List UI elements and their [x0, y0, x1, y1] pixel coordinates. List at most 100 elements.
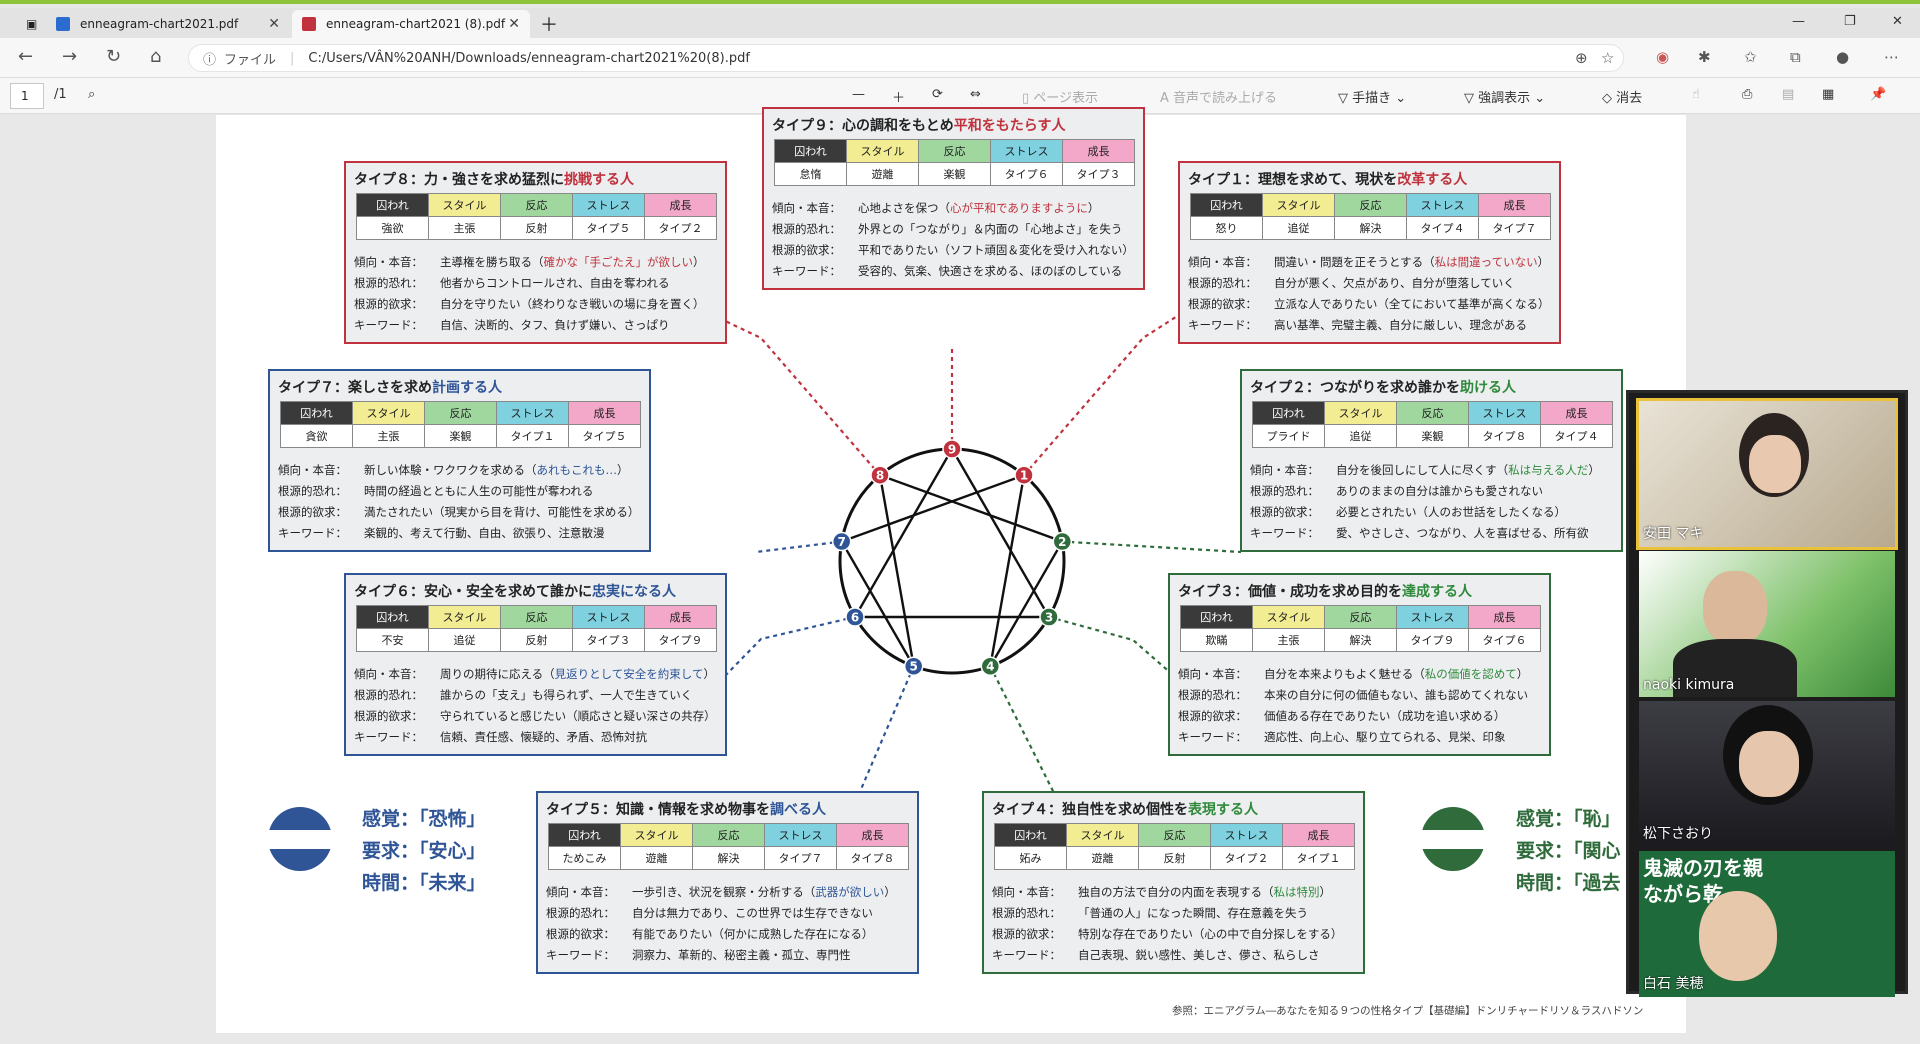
tab-pdf-1[interactable]: enneagram-chart2021.pdf ✕ — [46, 10, 290, 38]
detail-row: キーワード： 信頼、責任感、懐疑的、矛盾、恐怖対抗 — [354, 730, 647, 744]
participant-face — [1739, 731, 1799, 797]
close-window-icon[interactable]: ✕ — [1892, 14, 1903, 29]
zoom-out-icon[interactable]: — — [852, 87, 865, 102]
detail-row: 根源的欲求： 守られていると感じたい（順応さと疑い深さの共存） — [354, 709, 716, 723]
favorite-icon[interactable]: ☆ — [1601, 49, 1614, 67]
participant-face — [1703, 571, 1767, 645]
forward-icon[interactable]: → — [62, 46, 77, 67]
node-7: 7 — [831, 531, 852, 552]
table-cell: 主張 — [352, 424, 425, 448]
video-tile[interactable]: 松下さおり — [1639, 701, 1895, 847]
table-header: 成長 — [644, 605, 717, 629]
type-8-box: タイプ８：力・強さを求め猛烈に挑戦する人 囚われ スタイル 反応 ストレス 成長 強欲 主張反… — [344, 161, 727, 344]
tab-pdf-2[interactable]: enneagram-chart2021 (8).pdf ✕ — [292, 10, 530, 38]
table-header: 反応 — [1324, 605, 1397, 629]
page-view-button[interactable]: ▯ ページ表示 — [1022, 87, 1098, 106]
head-center-badge: ヘッドセンター — [252, 807, 348, 871]
collections-icon[interactable]: ⧉ — [1790, 48, 1801, 66]
participant-face — [1749, 435, 1801, 493]
table-cell: タイプ２ — [644, 216, 717, 240]
detail-row: 根源的恐れ： 誰からの「支え」も得られず、一人で生きていく — [354, 688, 693, 702]
close-tab-icon[interactable]: ✕ — [508, 16, 520, 32]
table-cell: 解決 — [1334, 216, 1407, 240]
heart-need: 要求：「関心 — [1516, 840, 1621, 862]
table-cell: 遊離 — [620, 846, 693, 870]
zoom-in-icon[interactable]: ＋ — [892, 87, 905, 106]
tab-label: enneagram-chart2021 (8).pdf — [326, 17, 506, 31]
zoom-icon[interactable]: ⊕ — [1575, 49, 1588, 67]
type-table: 囚われ スタイル 反応 ストレス 成長 プライド 追従 楽観 タイプ８ タイプ４ — [1252, 401, 1613, 448]
table-cell: 追従 — [1324, 424, 1397, 448]
tab-actions-icon[interactable]: ▣ — [16, 10, 42, 38]
back-icon[interactable]: ← — [18, 46, 33, 67]
print-icon[interactable]: ⎙ — [1742, 87, 1752, 102]
draw-button[interactable]: ▽ 手描き ⌄ — [1338, 87, 1406, 106]
type-table: 囚われ スタイル 反応 ストレス 成長 怠惰 遊離 楽観 タイプ６ タイプ３ — [774, 139, 1135, 186]
home-icon[interactable]: ⌂ — [150, 46, 161, 67]
close-tab-icon[interactable]: ✕ — [268, 16, 280, 32]
address-bar[interactable]: ⓘ ファイル | C:/Users/VÂN%20ANH/Downloads/en… — [188, 44, 1624, 72]
rotate-icon[interactable]: ⟳ — [932, 87, 943, 102]
puzzle-icon[interactable]: ✱ — [1698, 48, 1711, 66]
enneagram-circle — [838, 447, 1066, 675]
participant-name: 松下さおり — [1643, 826, 1713, 842]
type-title: タイプ２：つながりを求め誰かを助ける人 — [1250, 380, 1516, 396]
new-tab-button[interactable]: ＋ — [530, 10, 558, 38]
detail-row: キーワード： 高い基準、完璧主義、自分に厳しい、理念がある — [1188, 318, 1527, 332]
read-aloud-button[interactable]: A 音声で読み上げる — [1160, 87, 1277, 106]
table-cell: タイプ８ — [836, 846, 909, 870]
save-as-icon[interactable]: ▦ — [1822, 87, 1834, 102]
detail-row: 傾向・本音： 自分を本来よりもよく魅せる（私の価値を認めて） — [1178, 667, 1529, 681]
table-cell: タイプ７ — [1478, 216, 1551, 240]
table-header: スタイル — [846, 139, 919, 163]
more-icon[interactable]: ⋯ — [1884, 48, 1899, 66]
refresh-icon[interactable]: ↻ — [106, 46, 121, 67]
heart-center-badge: ハートセンター — [1405, 807, 1501, 871]
detail-row: 根源的欲求： 自分を守りたい（終わりなき戦いの場に身を置く） — [354, 297, 705, 311]
detail-row: キーワード： 楽観的、考えて行動、自由、欲張り、注意散漫 — [278, 526, 605, 540]
highlight-button[interactable]: ▽ 強調表示 ⌄ — [1464, 87, 1545, 106]
profile-icon[interactable]: ● — [1836, 48, 1849, 66]
browser-window: ▣ enneagram-chart2021.pdf ✕ enneagram-ch… — [0, 0, 1920, 1044]
type-3-box: タイプ３：価値・成功を求め目的を達成する人 囚われ スタイル 反応 ストレス 成長 欺瞞 主張… — [1168, 573, 1551, 756]
svg-text:1: 1 — [1020, 469, 1028, 483]
type-table: 囚われ スタイル 反応 ストレス 成長 貪欲 主張 楽観 タイプ１ タイプ５ — [280, 401, 641, 448]
save-icon[interactable]: ▤ — [1782, 87, 1794, 102]
pin-icon[interactable]: 📌 — [1870, 87, 1886, 102]
erase-button[interactable]: ◇ 消去 — [1602, 87, 1642, 106]
table-header: 反応 — [1396, 401, 1469, 425]
video-tile[interactable]: naoki kimura — [1639, 551, 1895, 697]
page-number-input[interactable]: 1 — [10, 83, 44, 109]
reference-note: 参照：エニアグラム―あなたを知る９つの性格タイプ【基礎編】ドンリチャードリソ＆ラ… — [1172, 1005, 1644, 1017]
table-cell: 追従 — [1262, 216, 1335, 240]
table-header: スタイル — [428, 605, 501, 629]
table-header: 囚われ — [548, 823, 621, 847]
table-header: 成長 — [1540, 401, 1613, 425]
favorites-icon[interactable]: ✩ — [1744, 48, 1757, 66]
restore-icon[interactable]: ❐ — [1844, 14, 1856, 29]
extension-icon[interactable]: ◉ — [1656, 48, 1669, 66]
type-details: 傾向・本音： 新しい体験・ワクワクを求める（あれもこれも…） 根源的恐れ： 時間の経過… — [278, 460, 641, 544]
detail-row: 根源的欲求： 立派な人でありたい（全てにおいて基準が高くなる） — [1188, 297, 1550, 311]
type-1-box: タイプ１：理想を求めて、現状を改革する人 囚われ スタイル 反応 ストレス 成長 怒り 追従解… — [1178, 161, 1561, 344]
node-1: 1 — [1014, 465, 1034, 485]
video-tile[interactable]: 安田 マキ — [1636, 398, 1898, 550]
svg-text:4: 4 — [986, 660, 994, 674]
type-details: 傾向・本音： 自分を後回しにして人に尽くす（私は与える人だ） 根源的恐れ： ありのまま… — [1250, 460, 1613, 544]
detail-row: 根源的欲求： 特別な存在でありたい（心の中で自分探しをする） — [992, 927, 1343, 941]
search-icon[interactable]: ⌕ — [88, 87, 95, 102]
table-cell: 主張 — [1252, 628, 1325, 652]
minimize-icon[interactable]: — — [1792, 14, 1805, 29]
tab-bar: ▣ enneagram-chart2021.pdf ✕ enneagram-ch… — [0, 8, 1920, 38]
type-table: 囚われ スタイル 反応 ストレス 成長 妬み 遊離 反射 タイプ２ タイプ１ — [994, 823, 1355, 870]
head-center-label: ヘッドセンター — [252, 829, 348, 849]
fit-icon[interactable]: ⇔ — [970, 87, 981, 102]
touch-icon[interactable]: ☝ — [1692, 87, 1700, 102]
video-tile[interactable]: 鬼滅の刃を親ながら乾 白石 美穂 — [1639, 851, 1895, 997]
detail-row: キーワード： 自信、決断的、タフ、負けず嫌い、さっぱり — [354, 318, 670, 332]
heart-center-text: 感覚：「恥」 要求：「関心 時間：「過去 — [1516, 803, 1621, 899]
page-total: /1 — [54, 87, 67, 102]
svg-text:2: 2 — [1058, 535, 1066, 549]
scheme-label: ファイル — [224, 52, 277, 68]
table-cell: 怠惰 — [774, 162, 847, 186]
